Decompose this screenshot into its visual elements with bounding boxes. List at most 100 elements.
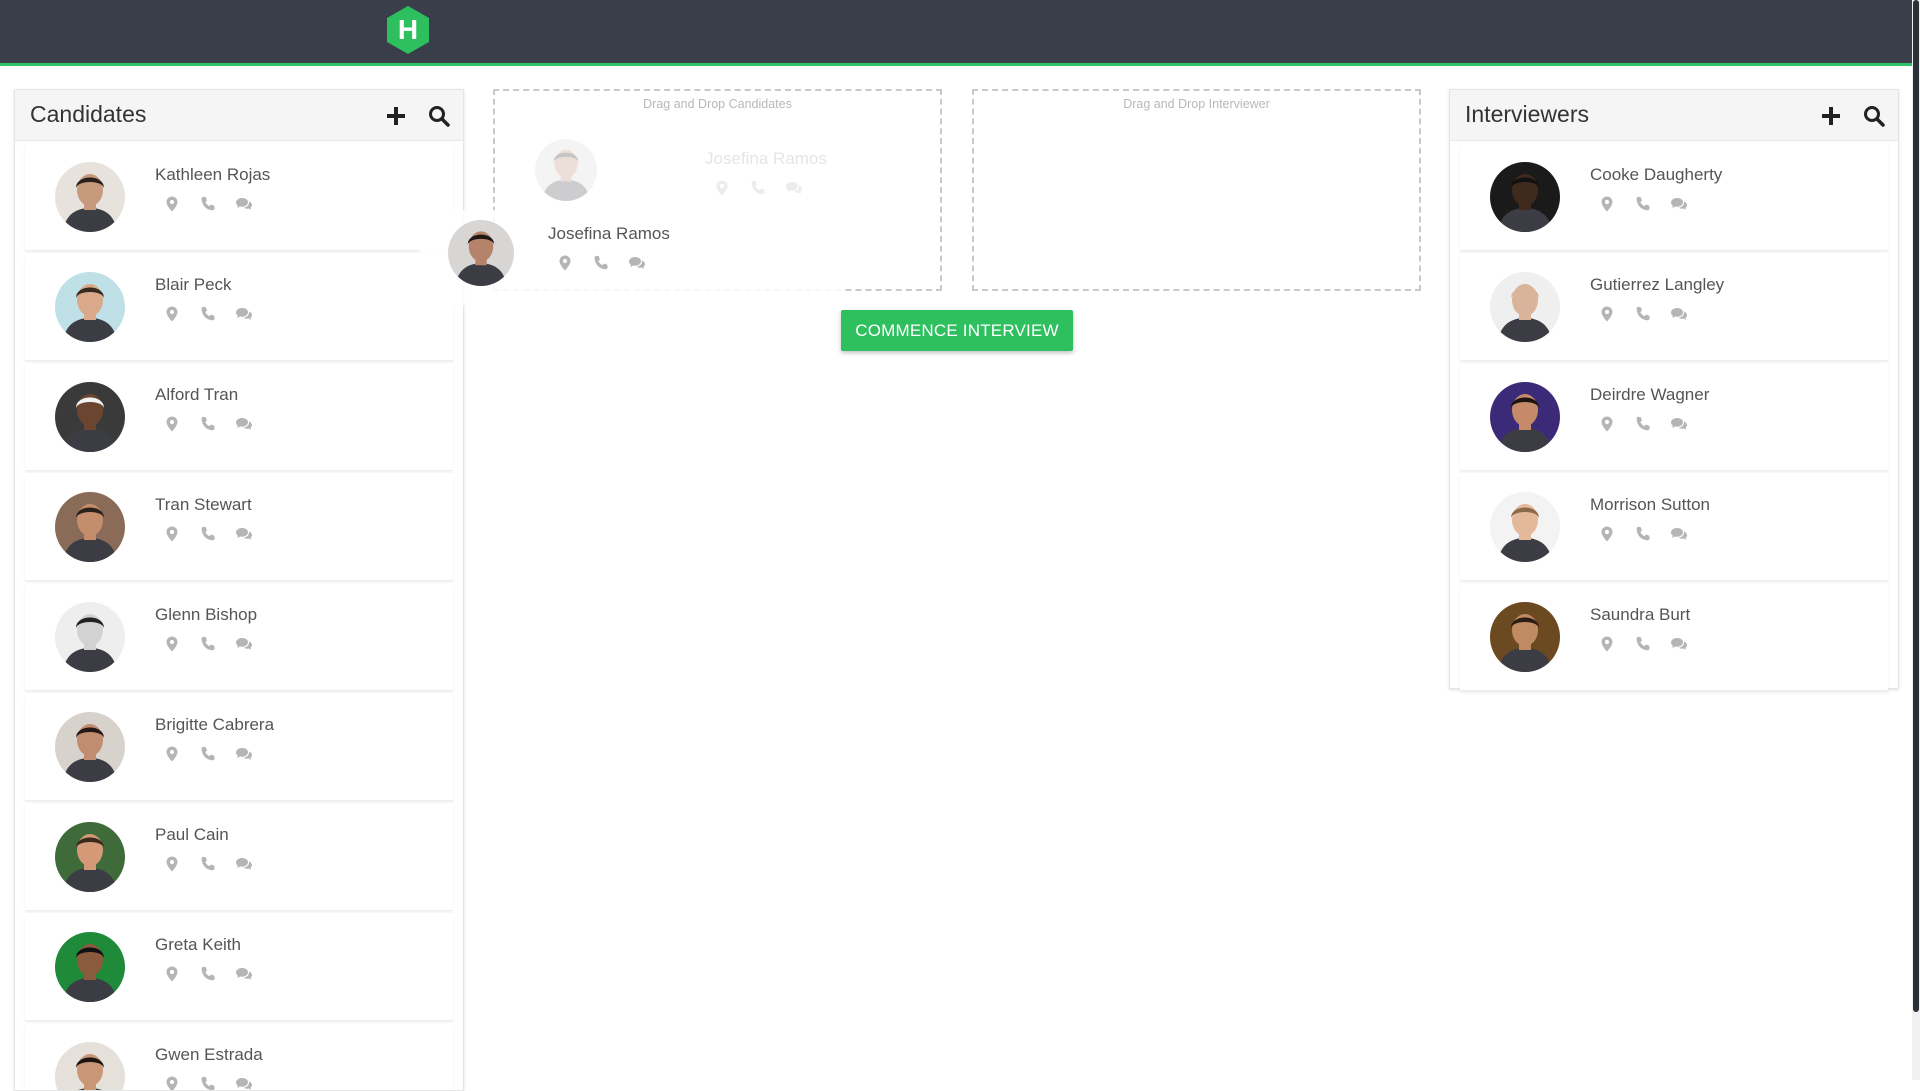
location-pin-icon[interactable] xyxy=(163,195,181,213)
chat-bubbles-icon[interactable] xyxy=(235,1075,253,1090)
location-pin-icon[interactable] xyxy=(163,635,181,653)
location-pin-icon[interactable] xyxy=(1598,305,1616,323)
candidate-card[interactable]: Tran Stewart xyxy=(25,473,453,581)
phone-icon[interactable] xyxy=(199,195,217,213)
person-name: Paul Cain xyxy=(155,825,229,844)
location-pin-icon[interactable] xyxy=(713,179,731,197)
person-photo-icon xyxy=(55,162,125,232)
location-pin-icon[interactable] xyxy=(163,855,181,873)
phone-icon[interactable] xyxy=(199,965,217,983)
search-interviewers-button[interactable] xyxy=(1862,104,1886,128)
interviewer-dropzone[interactable]: Drag and Drop Interviewer xyxy=(972,89,1421,291)
add-interviewer-button[interactable] xyxy=(1819,104,1843,128)
plus-icon xyxy=(387,107,405,125)
person-name: Cooke Daugherty xyxy=(1590,165,1723,184)
location-pin-icon[interactable] xyxy=(556,254,574,272)
chat-bubbles-icon[interactable] xyxy=(785,179,803,197)
candidate-list: Kathleen Rojas Blair Peck Alford Tran Tran … xyxy=(15,143,463,1090)
person-photo-icon xyxy=(55,712,125,782)
dragging-candidate-card[interactable]: Josefina Ramos xyxy=(420,210,845,305)
chat-bubbles-icon[interactable] xyxy=(628,254,646,272)
person-actions xyxy=(1598,305,1688,323)
candidate-card[interactable]: Paul Cain xyxy=(25,803,453,911)
scrollbar-thumb[interactable] xyxy=(1913,0,1919,1012)
candidate-card[interactable]: Alford Tran xyxy=(25,363,453,471)
interviewer-card[interactable]: Morrison Sutton xyxy=(1460,473,1888,581)
chat-bubbles-icon[interactable] xyxy=(235,305,253,323)
location-pin-icon[interactable] xyxy=(163,415,181,433)
candidate-card[interactable]: Blair Peck xyxy=(25,253,453,361)
phone-icon[interactable] xyxy=(199,1075,217,1090)
phone-icon[interactable] xyxy=(199,525,217,543)
location-pin-icon[interactable] xyxy=(163,305,181,323)
person-photo-icon xyxy=(55,272,125,342)
location-pin-icon[interactable] xyxy=(163,525,181,543)
interviewer-card[interactable]: Gutierrez Langley xyxy=(1460,253,1888,361)
phone-icon[interactable] xyxy=(592,254,610,272)
app-logo[interactable]: H xyxy=(385,5,431,55)
person-actions xyxy=(163,745,253,763)
candidate-card[interactable]: Glenn Bishop xyxy=(25,583,453,691)
search-icon xyxy=(429,106,450,127)
phone-icon[interactable] xyxy=(1634,525,1652,543)
candidate-card[interactable]: Brigitte Cabrera xyxy=(25,693,453,801)
person-photo-icon xyxy=(55,932,125,1002)
chat-bubbles-icon[interactable] xyxy=(1670,415,1688,433)
interviewer-card[interactable]: Deirdre Wagner xyxy=(1460,363,1888,471)
avatar xyxy=(1490,162,1560,232)
chat-bubbles-icon[interactable] xyxy=(235,415,253,433)
avatar xyxy=(1490,602,1560,672)
phone-icon[interactable] xyxy=(749,179,767,197)
person-photo-icon xyxy=(448,220,514,286)
chat-bubbles-icon[interactable] xyxy=(235,525,253,543)
interviewer-card[interactable]: Cooke Daugherty xyxy=(1460,143,1888,251)
person-actions xyxy=(163,635,253,653)
phone-icon[interactable] xyxy=(1634,415,1652,433)
chat-bubbles-icon[interactable] xyxy=(235,855,253,873)
avatar xyxy=(55,492,125,562)
location-pin-icon[interactable] xyxy=(1598,195,1616,213)
candidate-card[interactable]: Greta Keith xyxy=(25,913,453,1021)
ghost-actions xyxy=(713,179,803,197)
location-pin-icon[interactable] xyxy=(163,1075,181,1090)
phone-icon[interactable] xyxy=(199,745,217,763)
phone-icon[interactable] xyxy=(199,415,217,433)
location-pin-icon[interactable] xyxy=(163,965,181,983)
chat-bubbles-icon[interactable] xyxy=(1670,305,1688,323)
search-candidates-button[interactable] xyxy=(427,104,451,128)
person-name: Blair Peck xyxy=(155,275,232,294)
location-pin-icon[interactable] xyxy=(1598,635,1616,653)
phone-icon[interactable] xyxy=(1634,635,1652,653)
person-actions xyxy=(163,305,253,323)
chat-bubbles-icon[interactable] xyxy=(235,965,253,983)
location-pin-icon[interactable] xyxy=(163,745,181,763)
chat-bubbles-icon[interactable] xyxy=(235,745,253,763)
chat-bubbles-icon[interactable] xyxy=(1670,635,1688,653)
page-scrollbar[interactable] xyxy=(1912,0,1920,1080)
person-name: Kathleen Rojas xyxy=(155,165,271,184)
commence-interview-button[interactable]: COMMENCE INTERVIEW xyxy=(841,310,1073,351)
chat-bubbles-icon[interactable] xyxy=(1670,525,1688,543)
avatar xyxy=(55,272,125,342)
avatar xyxy=(55,932,125,1002)
add-candidate-button[interactable] xyxy=(384,104,408,128)
interviewers-title: Interviewers xyxy=(1465,101,1589,127)
location-pin-icon[interactable] xyxy=(1598,525,1616,543)
candidates-title: Candidates xyxy=(30,101,147,127)
person-photo-icon xyxy=(1490,492,1560,562)
interviewer-card[interactable]: Saundra Burt xyxy=(1460,583,1888,691)
chat-bubbles-icon[interactable] xyxy=(235,635,253,653)
candidate-card[interactable]: Kathleen Rojas xyxy=(25,143,453,251)
phone-icon[interactable] xyxy=(199,305,217,323)
candidate-card[interactable]: Gwen Estrada xyxy=(25,1023,453,1090)
phone-icon[interactable] xyxy=(1634,195,1652,213)
person-actions xyxy=(1598,415,1688,433)
phone-icon[interactable] xyxy=(199,635,217,653)
person-photo-icon xyxy=(55,822,125,892)
phone-icon[interactable] xyxy=(199,855,217,873)
location-pin-icon[interactable] xyxy=(1598,415,1616,433)
candidates-dropzone-label: Drag and Drop Candidates xyxy=(643,97,792,111)
phone-icon[interactable] xyxy=(1634,305,1652,323)
chat-bubbles-icon[interactable] xyxy=(235,195,253,213)
chat-bubbles-icon[interactable] xyxy=(1670,195,1688,213)
